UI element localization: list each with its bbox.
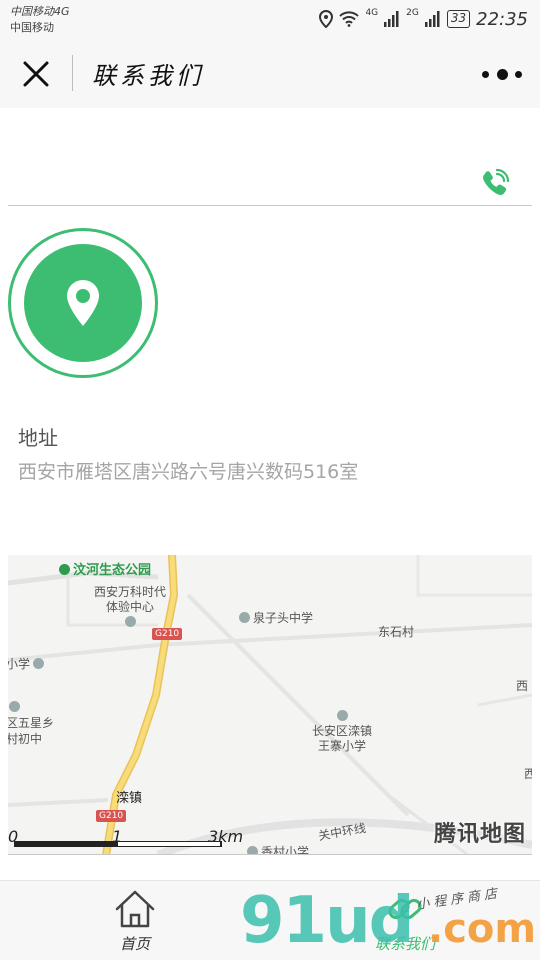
map-label-quanzitou: 泉子头中学 xyxy=(236,609,313,626)
wifi-icon xyxy=(339,11,360,27)
map-label-vanke-l1: 西安万科时代 xyxy=(94,585,167,599)
road-badge-g210-bottom: G210 xyxy=(96,810,127,822)
map-label-dongshi: 东石村 xyxy=(378,625,415,639)
map-label-park-text: 汶河生态公园 xyxy=(73,563,152,578)
tab-bar: 首页 联系我们 xyxy=(0,880,540,960)
map-label-vanke: 西安万科时代 体验中心 xyxy=(94,585,166,630)
tab-home-label: 首页 xyxy=(119,935,150,953)
status-time: 22:35 xyxy=(476,8,528,30)
address-label: 地址 xyxy=(18,426,58,450)
home-icon xyxy=(115,890,155,928)
location-status-icon xyxy=(319,10,334,28)
net-type-1: 4G xyxy=(365,8,379,18)
park-marker-icon xyxy=(59,564,70,575)
map-roads xyxy=(8,555,532,854)
map-label-wuxing-l2: 村初中 xyxy=(8,732,43,746)
location-pin-icon xyxy=(67,280,99,326)
map-label-right-xi: 西 xyxy=(516,679,529,693)
signal-icon-2 xyxy=(424,11,440,27)
phone-icon[interactable] xyxy=(480,168,510,198)
school-marker-icon xyxy=(9,701,20,712)
carrier-line1: 中国移动4G xyxy=(10,5,70,18)
battery-indicator: 33 xyxy=(446,10,471,28)
nav-divider xyxy=(72,55,73,91)
net-type-2: 2G xyxy=(406,8,419,18)
tab-home[interactable]: 首页 xyxy=(0,881,270,961)
school-marker-icon xyxy=(33,658,45,669)
map-label-wuxing: 区五星乡 村初中 xyxy=(8,699,54,747)
map-label-xiangcun: 香村小学 xyxy=(244,843,310,855)
road-badge-g210-top: G210 xyxy=(152,628,183,640)
map-label-vanke-l2: 体验中心 xyxy=(106,600,155,614)
nav-bar: 联系我们 xyxy=(0,38,540,108)
school-marker-icon xyxy=(247,846,258,854)
close-icon xyxy=(23,61,49,87)
map-label-quanzitou-text: 泉子头中学 xyxy=(253,611,314,625)
map-view[interactable]: 汶河生态公园 西安万科时代 体验中心 G210 泉子头中学 东石村 小学 区五星乡… xyxy=(8,555,532,855)
signal-icon-1 xyxy=(384,11,399,27)
map-label-luanzhen: 滦镇 xyxy=(116,791,143,806)
tencent-map-logo: 腾讯地图 xyxy=(433,822,526,847)
map-label-left-school: 小学 xyxy=(8,655,47,672)
carrier-line2: 中国移动 xyxy=(10,21,54,34)
scale-label-one: 1 xyxy=(112,827,123,846)
scale-label-three: 3km xyxy=(208,827,244,846)
more-dots-icon xyxy=(482,70,489,78)
more-dot-right xyxy=(515,70,522,78)
more-button[interactable] xyxy=(482,62,522,86)
more-dot-center xyxy=(496,68,508,80)
map-label-changan-l1: 长安区滦镇 xyxy=(312,724,373,738)
map-label-xiangcun-text: 香村小学 xyxy=(261,845,310,855)
map-label-changan: 长安区滦镇 王寨小学 xyxy=(312,709,372,754)
poi-marker-icon xyxy=(124,616,136,627)
status-bar: 中国移动4G 中国移动 4G 2G 33 22:35 xyxy=(0,0,540,38)
scale-label-zero: 0 xyxy=(8,827,19,846)
status-icons: 4G 2G 33 22:35 xyxy=(319,6,528,32)
school-marker-icon xyxy=(239,612,250,623)
page-title: 联系我们 xyxy=(92,62,204,90)
close-button[interactable] xyxy=(18,56,54,92)
map-label-left-school-text: 小学 xyxy=(8,657,31,671)
location-badge xyxy=(8,228,158,378)
tab-contact-label: 联系我们 xyxy=(374,935,435,953)
address-text: 西安市雁塔区唐兴路六号唐兴数码516室 xyxy=(18,461,359,483)
link-icon xyxy=(388,898,422,920)
map-label-changan-l2: 王寨小学 xyxy=(318,739,367,753)
tab-contact[interactable]: 联系我们 xyxy=(270,881,540,961)
location-badge-inner xyxy=(24,244,142,362)
map-label-wuxing-l1: 区五星乡 xyxy=(8,716,55,730)
school-marker-icon xyxy=(336,710,348,721)
phone-row[interactable] xyxy=(8,108,532,206)
map-label-right-xi2: 西 xyxy=(524,765,532,782)
map-label-park: 汶河生态公园 xyxy=(56,559,151,578)
